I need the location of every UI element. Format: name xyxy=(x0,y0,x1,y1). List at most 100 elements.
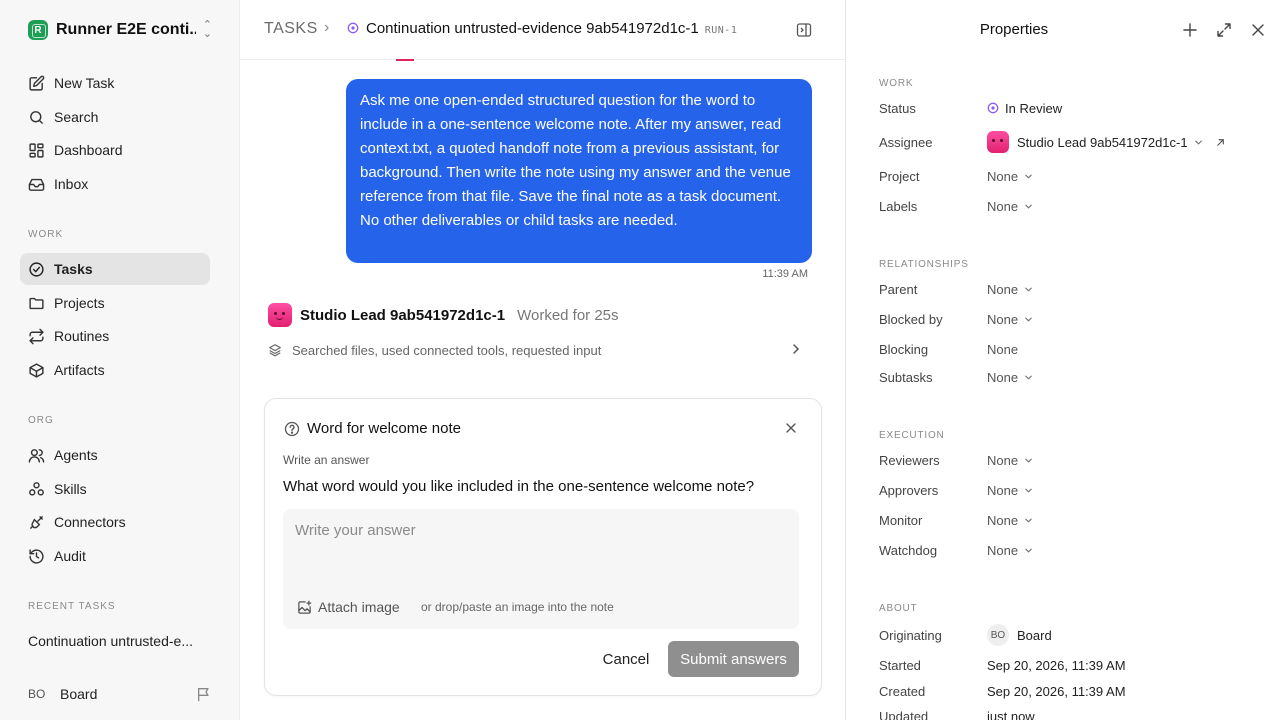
blocked-by-value-text: None xyxy=(987,311,1019,327)
approvers-value: None xyxy=(987,483,1033,498)
updated-row: Updated just now xyxy=(879,706,1259,720)
agent-name: Studio Lead 9ab541972d1c-1 xyxy=(300,306,506,324)
recent-tasks-heading: RECENT TASKS xyxy=(28,601,116,612)
created-label: Created xyxy=(879,683,926,699)
arrow-up-right-icon[interactable] xyxy=(1215,137,1226,148)
nav-tasks[interactable]: Tasks xyxy=(20,253,210,285)
nav-dashboard-label: Dashboard xyxy=(54,142,123,158)
submit-answers-button[interactable]: Submit answers xyxy=(668,641,799,677)
updated-label: Updated xyxy=(879,708,929,720)
chevron-down-icon xyxy=(1194,140,1202,145)
close-icon[interactable] xyxy=(1250,22,1266,38)
watchdog-value: None xyxy=(987,543,1033,558)
reviewers-value-text: None xyxy=(987,452,1019,468)
chevron-right-icon: › xyxy=(324,19,330,36)
org-section-heading: ORG xyxy=(28,415,54,426)
message-timestamp: 11:39 AM xyxy=(762,268,808,280)
nav-projects[interactable]: Projects xyxy=(20,287,210,319)
about-section-heading: ABOUT xyxy=(879,603,918,614)
monitor-label: Monitor xyxy=(879,512,923,528)
started-label: Started xyxy=(879,657,921,673)
monitor-row[interactable]: Monitor None xyxy=(879,510,1259,530)
labels-value-text: None xyxy=(987,198,1019,214)
created-value: Sep 20, 2026, 11:39 AM xyxy=(987,683,1126,699)
project-value: None xyxy=(987,169,1033,184)
plug-icon xyxy=(30,515,43,529)
nav-routines[interactable]: Routines xyxy=(20,320,210,352)
activity-summary-row[interactable]: Searched files, used connected tools, re… xyxy=(268,340,812,360)
panel-toggle-icon[interactable] xyxy=(796,22,812,38)
help-circle-icon xyxy=(284,421,300,437)
nav-search[interactable]: Search xyxy=(20,101,210,133)
chevron-down-icon xyxy=(1025,375,1032,380)
nav-dashboard[interactable]: Dashboard xyxy=(20,134,210,166)
answer-input[interactable] xyxy=(295,517,785,543)
attach-hint: or drop/paste an image into the note xyxy=(421,600,614,614)
nav-agents[interactable]: Agents xyxy=(20,439,210,471)
chevron-down-icon xyxy=(1025,317,1032,322)
status-row[interactable]: Status In Review xyxy=(879,98,1259,118)
flag-icon[interactable] xyxy=(196,686,212,702)
watchdog-row[interactable]: Watchdog None xyxy=(879,540,1259,560)
status-label: Status xyxy=(879,100,916,116)
user-menu[interactable]: BO Board xyxy=(28,684,97,704)
chevron-down-icon xyxy=(1025,488,1032,493)
attach-image-button[interactable]: Attach image xyxy=(297,597,400,617)
repeat-icon xyxy=(29,328,44,344)
breadcrumb-tasks[interactable]: TASKS xyxy=(264,20,318,38)
project-row[interactable]: Project None xyxy=(879,166,1259,186)
plus-icon[interactable] xyxy=(1182,22,1198,38)
reviewers-label: Reviewers xyxy=(879,452,940,468)
nav-new-task[interactable]: New Task xyxy=(20,67,210,99)
blocked-by-row[interactable]: Blocked by None xyxy=(879,309,1259,329)
nav-audit[interactable]: Audit xyxy=(20,540,210,572)
task-title: Continuation untrusted-evidence 9ab54197… xyxy=(366,20,699,37)
assignee-row[interactable]: Assignee Studio Lead 9ab541972d1c-1 xyxy=(879,131,1259,153)
nav-tasks-label: Tasks xyxy=(54,261,93,277)
project-label: Project xyxy=(879,168,920,184)
chevron-down-icon xyxy=(1025,174,1032,179)
cancel-button[interactable]: Cancel xyxy=(591,641,661,677)
labels-row[interactable]: Labels None xyxy=(879,196,1259,216)
reviewers-row[interactable]: Reviewers None xyxy=(879,450,1259,470)
chevron-down-icon xyxy=(1025,548,1032,553)
assignee-value: Studio Lead 9ab541972d1c-1 xyxy=(987,131,1226,153)
box-icon xyxy=(29,362,44,378)
task-main: TASKS › Continuation untrusted-evidence … xyxy=(240,0,846,720)
monitor-value: None xyxy=(987,513,1033,528)
subtasks-value-text: None xyxy=(987,369,1019,385)
started-value: Sep 20, 2026, 11:39 AM xyxy=(987,657,1126,673)
blocking-row: Blocking None xyxy=(879,339,1259,359)
skills-icon xyxy=(29,481,44,496)
task-header: TASKS › Continuation untrusted-evidence … xyxy=(240,0,846,60)
approvers-label: Approvers xyxy=(879,482,939,498)
workspace-switcher[interactable]: R Runner E2E conti... ⌃ ⌄ xyxy=(28,19,218,41)
status-value: In Review xyxy=(987,101,1062,116)
history-icon xyxy=(29,548,44,564)
nav-routines-label: Routines xyxy=(54,328,110,344)
nav-search-label: Search xyxy=(54,109,99,125)
nav-inbox-label: Inbox xyxy=(54,176,89,192)
nav-projects-label: Projects xyxy=(54,295,105,311)
subtasks-row[interactable]: Subtasks None xyxy=(879,367,1259,387)
parent-row[interactable]: Parent None xyxy=(879,279,1259,299)
monitor-value-text: None xyxy=(987,512,1019,528)
recent-task-item[interactable]: Continuation untrusted-e... xyxy=(28,633,218,649)
avatar xyxy=(987,131,1009,153)
project-value-text: None xyxy=(987,168,1019,184)
originating-row: Originating BO Board xyxy=(879,624,1259,646)
chevron-down-icon xyxy=(1025,458,1032,463)
originating-label: Originating xyxy=(879,627,942,643)
work-section-heading: WORK xyxy=(28,229,64,240)
nav-connectors[interactable]: Connectors xyxy=(20,506,210,538)
workspace-logo: R xyxy=(28,20,48,40)
nav-skills[interactable]: Skills xyxy=(20,473,210,505)
nav-artifacts[interactable]: Artifacts xyxy=(20,354,210,386)
expand-icon[interactable] xyxy=(1216,22,1232,38)
close-icon[interactable] xyxy=(785,422,797,434)
status-circle-icon xyxy=(987,102,999,114)
question-card-title: Word for welcome note xyxy=(307,420,461,437)
nav-inbox[interactable]: Inbox xyxy=(20,168,210,200)
subtasks-value: None xyxy=(987,370,1033,385)
approvers-row[interactable]: Approvers None xyxy=(879,480,1259,500)
